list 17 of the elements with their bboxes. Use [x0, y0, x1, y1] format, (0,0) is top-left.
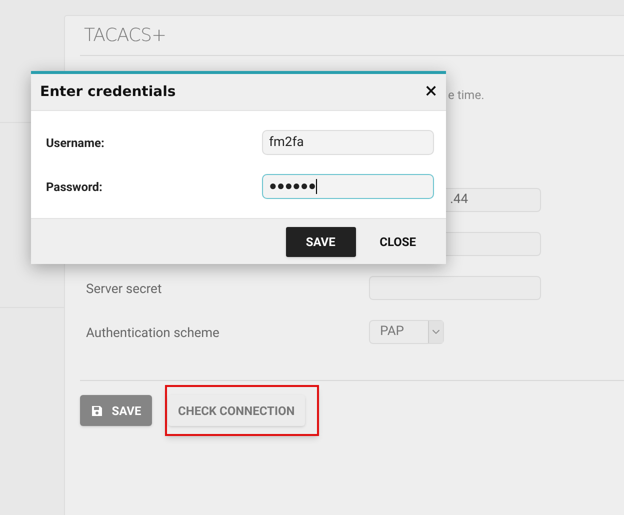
field-label: Password:: [46, 178, 102, 196]
save-button[interactable]: SAVE: [286, 226, 356, 256]
check-connection-button[interactable]: CHECK CONNECTION: [168, 395, 305, 426]
text-field[interactable]: ●●●●●●: [262, 174, 434, 199]
chevron-down-icon: [428, 321, 443, 343]
close-button[interactable]: CLOSE: [372, 226, 424, 256]
panel-title: TACACS+: [84, 24, 166, 48]
description-text: e time.: [448, 88, 484, 102]
close-button[interactable]: ×: [425, 81, 437, 103]
dropdown[interactable]: PAP: [369, 320, 444, 344]
field-label: Authentication scheme: [86, 326, 220, 341]
save-button[interactable]: SAVE: [80, 395, 152, 426]
text-field[interactable]: fm2fa: [262, 130, 434, 155]
field-label: Username:: [46, 134, 104, 152]
text-field[interactable]: [369, 276, 541, 300]
dialog-title: Enter credentials: [40, 82, 176, 102]
field-label: Server secret: [86, 282, 162, 297]
